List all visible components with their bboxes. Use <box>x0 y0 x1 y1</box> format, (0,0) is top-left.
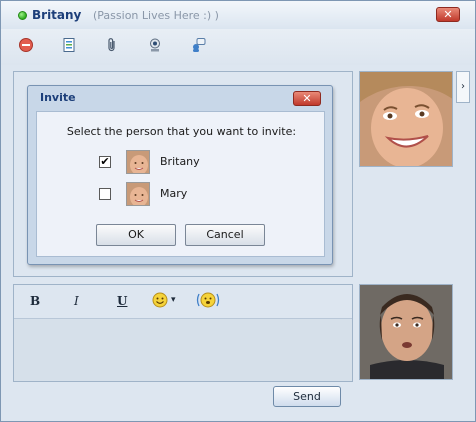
webcam-icon[interactable] <box>147 37 163 53</box>
britany-thumbnail <box>126 150 150 174</box>
dialog-body: Select the person that you want to invit… <box>36 111 325 257</box>
smiley-icon <box>152 292 168 308</box>
emoticon-dropdown-arrow[interactable]: ▾ <box>171 295 176 305</box>
side-panel-toggle[interactable]: › <box>456 71 470 103</box>
underline-button[interactable]: U <box>117 294 127 308</box>
person-name-britany: Britany <box>160 155 200 168</box>
checkbox-mary[interactable] <box>99 188 111 200</box>
dialog-title: Invite <box>40 91 76 104</box>
invite-icon[interactable] <box>190 37 206 53</box>
contact-card-icon[interactable] <box>61 37 77 53</box>
cancel-button[interactable]: Cancel <box>185 224 265 246</box>
person-row-britany: ✔ Britany <box>99 150 279 174</box>
contact-status-message: (Passion Lives Here :) ) <box>93 9 219 22</box>
block-icon[interactable] <box>18 37 34 53</box>
italic-button[interactable]: I <box>74 294 79 308</box>
window-close-button[interactable]: ✕ <box>436 7 460 22</box>
contact-name: Britany <box>32 8 82 22</box>
title-bar: Britany (Passion Lives Here :) ) ✕ <box>1 1 475 29</box>
nudge-button[interactable] <box>196 291 220 312</box>
contact-avatar <box>359 71 453 167</box>
message-compose-area: B I U ▾ <box>13 284 353 382</box>
emoticon-button[interactable] <box>152 292 168 311</box>
toolbar <box>1 29 475 65</box>
dialog-close-button[interactable]: ✕ <box>293 91 321 106</box>
online-status-icon <box>18 11 27 20</box>
person-row-mary: Mary <box>99 182 279 206</box>
bold-button[interactable]: B <box>30 294 40 308</box>
paperclip-icon[interactable] <box>104 37 120 53</box>
nudge-icon <box>196 292 220 308</box>
person-name-mary: Mary <box>160 187 188 200</box>
mary-thumbnail <box>126 182 150 206</box>
formatting-toolbar: B I U ▾ <box>14 285 352 319</box>
ok-button[interactable]: OK <box>96 224 176 246</box>
chat-window: Britany (Passion Lives Here :) ) ✕ › B I… <box>0 0 476 422</box>
invite-prompt: Select the person that you want to invit… <box>66 125 297 138</box>
checkbox-britany[interactable]: ✔ <box>99 156 111 168</box>
my-avatar <box>359 284 453 380</box>
send-button[interactable]: Send <box>273 386 341 407</box>
invite-dialog: Invite ✕ Select the person that you want… <box>27 85 333 265</box>
